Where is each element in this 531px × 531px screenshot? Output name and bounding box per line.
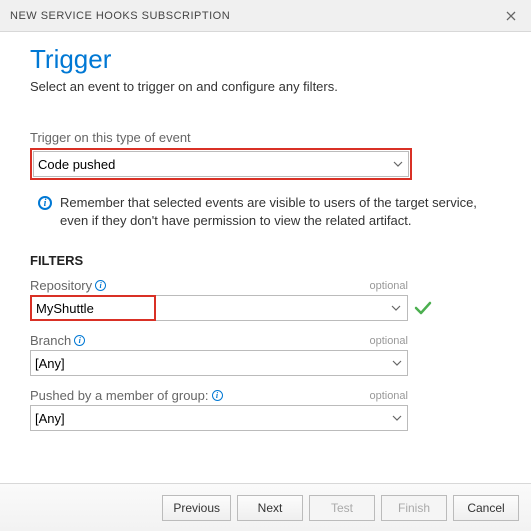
dialog-title: NEW SERVICE HOOKS SUBSCRIPTION (10, 10, 230, 22)
optional-label: optional (369, 390, 408, 402)
test-button[interactable]: Test (309, 495, 375, 521)
next-button[interactable]: Next (237, 495, 303, 521)
previous-button[interactable]: Previous (162, 495, 231, 521)
filters-header: FILTERS (30, 253, 501, 268)
titlebar: NEW SERVICE HOOKS SUBSCRIPTION (0, 0, 531, 32)
page-subtext: Select an event to trigger on and config… (30, 79, 501, 94)
info-message: i Remember that selected events are visi… (30, 192, 501, 229)
page-heading: Trigger (30, 44, 501, 75)
branch-label: Branch (30, 333, 85, 348)
dialog-footer: Previous Next Test Finish Cancel (0, 483, 531, 531)
repository-label: Repository (30, 278, 106, 293)
info-icon: i (38, 196, 52, 210)
finish-button[interactable]: Finish (381, 495, 447, 521)
content-area: Trigger Select an event to trigger on an… (0, 32, 531, 483)
repository-highlight (30, 295, 156, 321)
close-button[interactable] (499, 4, 523, 28)
branch-select[interactable]: [Any] (30, 350, 408, 376)
close-icon (506, 11, 516, 21)
event-type-label: Trigger on this type of event (30, 130, 501, 145)
help-icon[interactable] (212, 390, 223, 401)
event-type-highlight: Code pushed (30, 148, 412, 180)
optional-label: optional (369, 280, 408, 292)
filter-branch: Branch optional [Any] (30, 333, 501, 376)
repository-value-highlight[interactable] (32, 297, 154, 319)
repository-select-wrap (30, 295, 408, 321)
dialog: NEW SERVICE HOOKS SUBSCRIPTION Trigger S… (0, 0, 531, 531)
info-text: Remember that selected events are visibl… (60, 194, 501, 229)
filter-group: Pushed by a member of group: optional [A… (30, 388, 501, 431)
check-icon (414, 301, 432, 315)
event-type-select-wrap: Code pushed (33, 151, 409, 177)
event-type-select[interactable]: Code pushed (33, 151, 409, 177)
group-select[interactable]: [Any] (30, 405, 408, 431)
optional-label: optional (369, 335, 408, 347)
group-select-wrap: [Any] (30, 405, 408, 431)
group-label: Pushed by a member of group: (30, 388, 223, 403)
cancel-button[interactable]: Cancel (453, 495, 519, 521)
help-icon[interactable] (74, 335, 85, 346)
filter-repository: Repository optional (30, 278, 501, 321)
branch-select-wrap: [Any] (30, 350, 408, 376)
help-icon[interactable] (95, 280, 106, 291)
chevron-down-icon (391, 305, 401, 311)
